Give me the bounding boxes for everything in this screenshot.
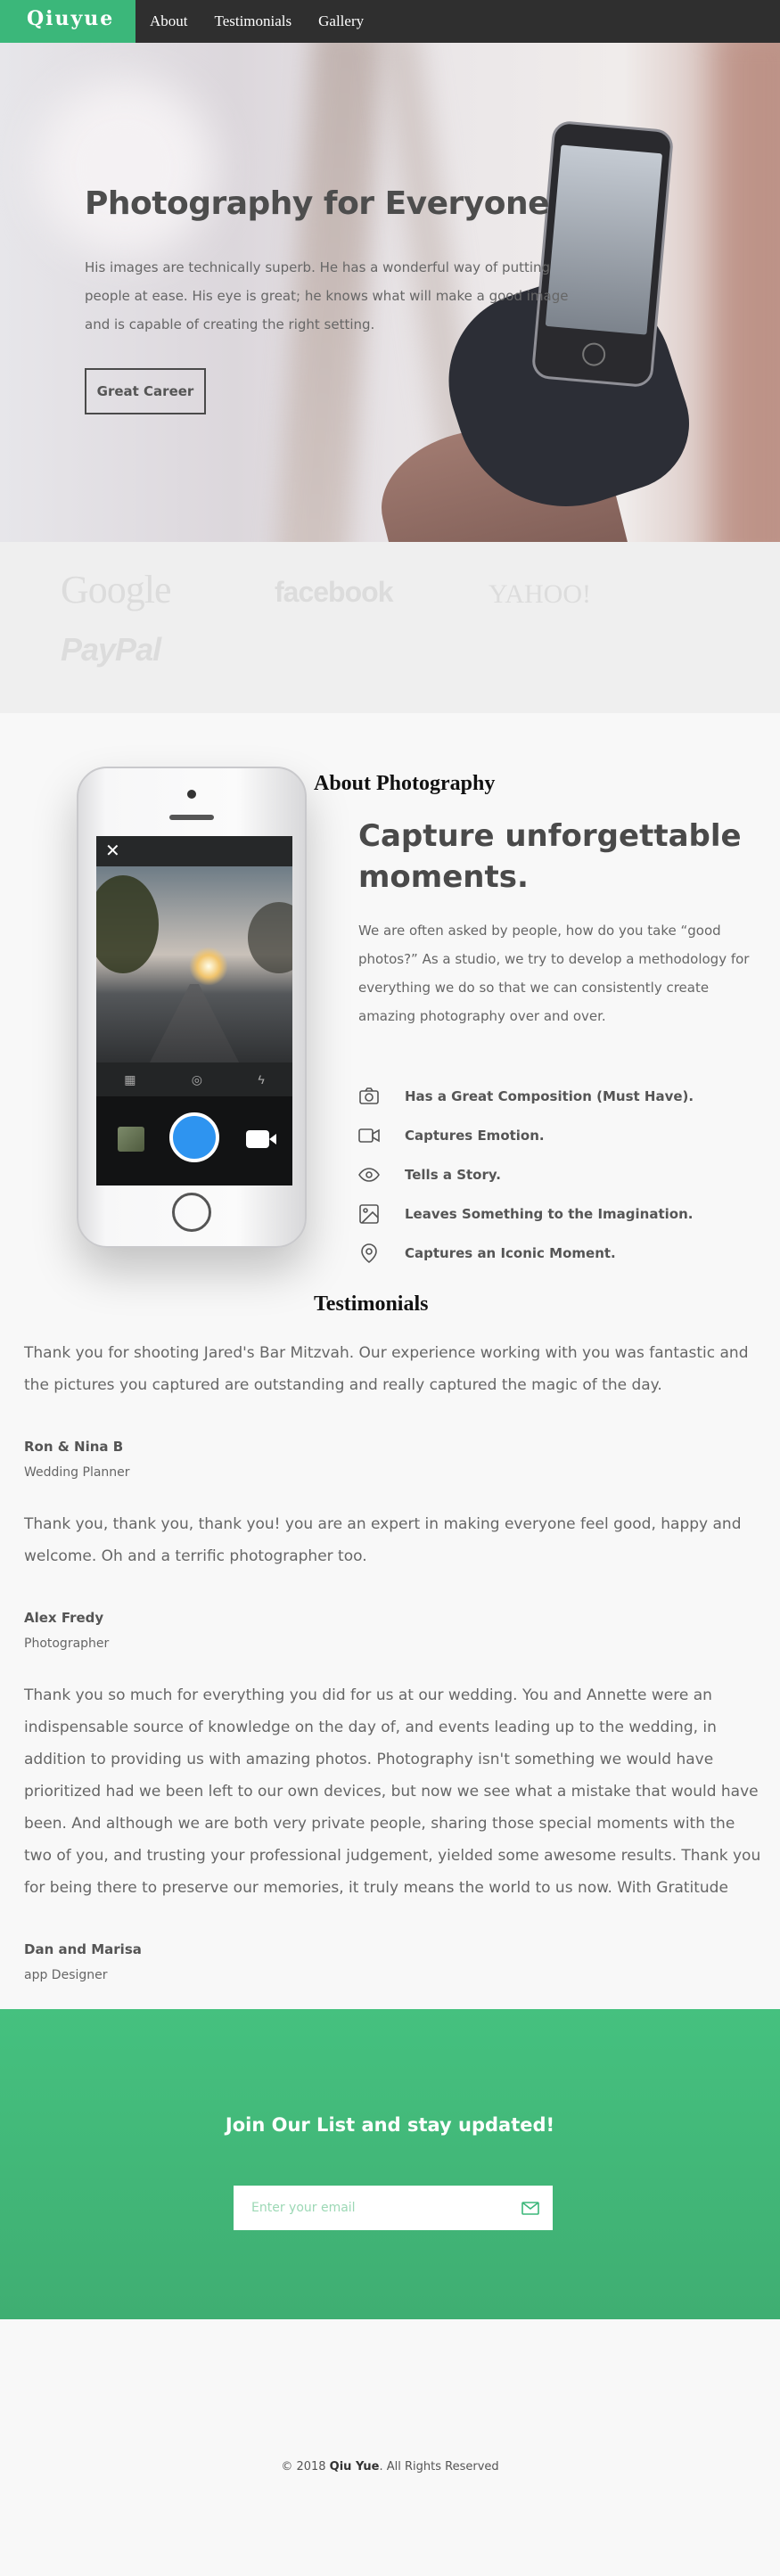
testimonial-name: Dan and Marisa <box>24 1941 142 1957</box>
hero-section: Photography for Everyone His images are … <box>0 43 780 542</box>
nav-link-testimonials[interactable]: Testimonials <box>215 12 292 30</box>
feature-list: Has a Great Composition (Must Have). Cap… <box>358 1077 694 1273</box>
feature-label: Tells a Story. <box>405 1167 501 1183</box>
eye-icon <box>358 1164 380 1185</box>
hero-bokeh <box>36 78 214 257</box>
phone-photo <box>96 866 292 1062</box>
newsletter-form <box>234 2186 553 2230</box>
nav-links: About Testimonials Gallery <box>150 0 364 43</box>
testimonial-role: app Designer <box>24 1968 108 1982</box>
grid-icon: ▦ <box>124 1071 136 1087</box>
testimonial-quote: Thank you so much for everything you did… <box>24 1686 761 1897</box>
feature-label: Has a Great Composition (Must Have). <box>405 1088 694 1104</box>
nav-link-about[interactable]: About <box>150 12 188 30</box>
flash-icon: ϟ <box>258 1072 265 1087</box>
switch-camera-icon: ◎ <box>191 1071 203 1087</box>
photo-road <box>150 984 239 1062</box>
hero-title: Photography for Everyone <box>85 185 550 222</box>
feature-item: Tells a Story. <box>358 1155 694 1194</box>
logo-text: Qiuyue <box>27 7 115 30</box>
top-nav: Qiuyue About Testimonials Gallery <box>0 0 780 43</box>
image-icon <box>358 1203 380 1225</box>
testimonial-name: Alex Fredy <box>24 1610 104 1626</box>
video-camera-icon <box>246 1130 276 1148</box>
yahoo-logo: YAHOO! <box>489 579 591 609</box>
testimonial-role: Photographer <box>24 1637 110 1651</box>
feature-item: Captures Emotion. <box>358 1116 694 1155</box>
video-icon <box>358 1125 380 1146</box>
shutter-icon <box>169 1112 219 1162</box>
feature-item: Has a Great Composition (Must Have). <box>358 1077 694 1116</box>
feature-label: Leaves Something to the Imagination. <box>405 1206 694 1222</box>
hero-background-tree-right <box>713 43 780 542</box>
camera-toolbar: ▦ ◎ ϟ <box>96 1062 292 1096</box>
about-phone-image: ✕ ▦ ◎ ϟ <box>77 767 307 1248</box>
footer-owner: Qiu Yue <box>329 2460 380 2473</box>
about-text: We are often asked by people, how do you… <box>358 923 750 1024</box>
photo-tree <box>96 875 159 973</box>
newsletter-title: Join Our List and stay updated! <box>225 2114 555 2136</box>
feature-item: Leaves Something to the Imagination. <box>358 1194 694 1234</box>
feature-label: Captures an Iconic Moment. <box>405 1245 616 1261</box>
phone-camera <box>187 790 196 799</box>
footer-copyright: © 2018 <box>281 2460 330 2473</box>
nav-link-gallery[interactable]: Gallery <box>318 12 364 30</box>
location-pin-icon <box>358 1243 380 1264</box>
gallery-thumbnail <box>118 1127 144 1152</box>
photo-sun <box>189 947 228 986</box>
testimonial-item: Thank you for shooting Jared's Bar Mitzv… <box>24 1337 764 1480</box>
paypal-logo: PayPal <box>61 631 161 668</box>
phone-home-button <box>172 1193 211 1232</box>
phone-speaker <box>169 815 214 820</box>
email-input[interactable] <box>234 2186 508 2230</box>
close-icon: ✕ <box>96 836 292 866</box>
feature-item: Captures an Iconic Moment. <box>358 1234 694 1273</box>
hero-text: His images are technically superb. He ha… <box>85 259 569 332</box>
testimonial-quote: Thank you for shooting Jared's Bar Mitzv… <box>24 1344 749 1394</box>
camera-controls <box>96 1096 292 1185</box>
feature-label: Captures Emotion. <box>405 1128 545 1144</box>
logo[interactable]: Qiuyue <box>0 0 135 43</box>
testimonial-role: Wedding Planner <box>24 1465 130 1480</box>
send-mail-icon[interactable] <box>508 2186 553 2230</box>
photo-tree <box>248 902 292 973</box>
about-heading: About Photography <box>314 772 496 795</box>
phone-screen: ✕ ▦ ◎ ϟ <box>96 836 292 1185</box>
testimonial-item: Thank you, thank you, thank you! you are… <box>24 1508 764 1651</box>
google-logo: Google <box>61 568 172 611</box>
brand-logos: Google facebook YAHOO! PayPal <box>0 542 780 713</box>
testimonial-item: Thank you so much for everything you did… <box>24 1679 764 1982</box>
camera-icon <box>358 1086 380 1107</box>
footer: © 2018 Qiu Yue. All Rights Reserved <box>0 2460 780 2473</box>
great-career-button[interactable]: Great Career <box>85 368 206 414</box>
about-title: Capture unforgettable moments. <box>358 818 742 895</box>
testimonials-heading: Testimonials <box>314 1292 429 1316</box>
testimonial-name: Ron & Nina B <box>24 1439 124 1455</box>
newsletter-section: Join Our List and stay updated! <box>0 2009 780 2319</box>
facebook-logo: facebook <box>275 576 393 608</box>
testimonial-quote: Thank you, thank you, thank you! you are… <box>24 1515 742 1565</box>
footer-rights: . All Rights Reserved <box>379 2460 499 2473</box>
hero-phone-home-button <box>581 341 607 367</box>
